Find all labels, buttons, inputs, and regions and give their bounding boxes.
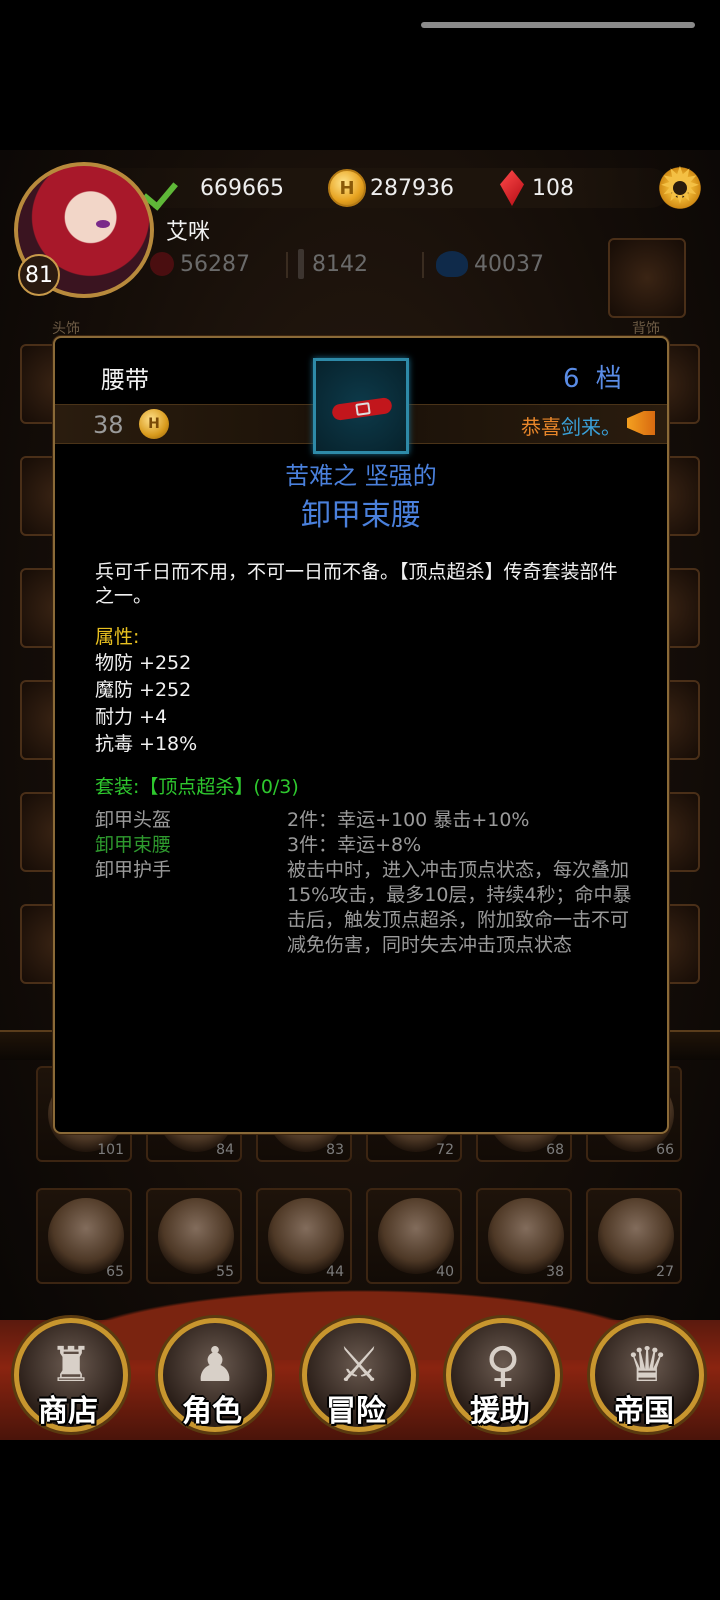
hero-card[interactable]: 38 xyxy=(476,1188,572,1284)
crown-icon: ♛ xyxy=(625,1337,669,1393)
gem-value: 108 xyxy=(532,175,574,201)
hero-level: 65 xyxy=(106,1264,124,1280)
gold-coin-icon: H xyxy=(328,169,366,207)
attributes-list: 物防 +252 魔防 +252 耐力 +4 抗毒 +18% xyxy=(95,650,197,758)
home-indicator xyxy=(421,22,695,28)
substat-weapon: 8142 xyxy=(298,248,368,280)
hero-level: 83 xyxy=(326,1142,344,1158)
attribute-line: 物防 +252 xyxy=(95,652,192,674)
player-name: 艾咪 xyxy=(166,220,211,245)
item-prefix: 苦难之 坚强的 xyxy=(285,462,437,490)
hero-level: 40 xyxy=(436,1264,454,1280)
gem-stat[interactable]: 108 xyxy=(500,170,574,206)
power-stat: 669665 xyxy=(144,170,284,206)
hero-level: 68 xyxy=(546,1142,564,1158)
weapon-value: 8142 xyxy=(312,251,368,277)
hero-level: 72 xyxy=(436,1142,454,1158)
gold-stat[interactable]: H 287936 xyxy=(328,169,454,207)
substat-attack: 56287 xyxy=(150,248,250,280)
hero-level: 55 xyxy=(216,1264,234,1280)
hero-portrait xyxy=(268,1198,344,1274)
hero-level: 84 xyxy=(216,1142,234,1158)
set-piece-current: 卸甲束腰 xyxy=(95,834,172,856)
apple-icon xyxy=(150,252,174,276)
item-name: 卸甲束腰 xyxy=(301,498,421,533)
level-badge: 81 xyxy=(18,254,60,296)
sell-price: 38 xyxy=(93,411,124,439)
set-bonus-line: 2件：幸运+100 暴击+10% xyxy=(287,809,530,831)
slot-label-head: 头饰 xyxy=(52,321,80,337)
hero-portrait xyxy=(48,1198,124,1274)
item-grade: 6 档 xyxy=(563,364,626,394)
set-bonus-line: 3件：幸运+8% xyxy=(287,834,422,856)
announcement-player: 剑来。 xyxy=(561,415,621,439)
mana-value: 40037 xyxy=(474,251,544,277)
pot-icon xyxy=(436,251,468,277)
horn-icon[interactable] xyxy=(625,407,659,439)
hero-portrait xyxy=(598,1198,674,1274)
set-piece: 卸甲头盔 xyxy=(95,809,172,831)
hero-level: 66 xyxy=(656,1142,674,1158)
attribute-line: 抗毒 +18% xyxy=(95,733,198,755)
nav-assist-label: 援助 xyxy=(470,1394,530,1429)
power-value: 669665 xyxy=(200,175,284,201)
announcement-congrats: 恭喜 xyxy=(521,415,561,439)
set-bonus-line: 被击中时，进入冲击顶点状态，每次叠加15%攻击，最多10层，持续4秒；命中暴击后… xyxy=(287,859,632,956)
slot-label-back: 背饰 xyxy=(632,321,660,337)
attributes-title: 属性: xyxy=(95,626,140,648)
hero-level: 44 xyxy=(326,1264,344,1280)
belt-buckle xyxy=(355,402,371,416)
gold-coin-icon: H xyxy=(139,409,169,439)
equip-slot-back[interactable] xyxy=(608,238,686,318)
hero-card[interactable]: 65 xyxy=(36,1188,132,1284)
item-icon-frame xyxy=(313,358,409,454)
castle-icon: ♜ xyxy=(49,1337,93,1393)
set-title: 套装:【顶点超杀】(0/3) xyxy=(95,776,299,798)
hero-portrait xyxy=(488,1198,564,1274)
hood-icon: ♟ xyxy=(193,1337,237,1393)
attribute-line: 耐力 +4 xyxy=(95,706,168,728)
sword-icon xyxy=(298,249,304,279)
hero-card[interactable]: 40 xyxy=(366,1188,462,1284)
avatar-eye xyxy=(96,220,110,228)
hero-card[interactable]: 44 xyxy=(256,1188,352,1284)
hero-portrait xyxy=(158,1198,234,1274)
settings-gear-icon[interactable] xyxy=(656,162,704,212)
nav-empire-label: 帝国 xyxy=(614,1394,674,1429)
set-bonuses: 2件：幸运+100 暴击+10% 3件：幸运+8% 被击中时，进入冲击顶点状态，… xyxy=(287,808,643,958)
nav-shop-label: 商店 xyxy=(38,1394,98,1429)
divider xyxy=(422,252,424,278)
nav-adventure-label: 冒险 xyxy=(326,1394,386,1429)
hero-level: 38 xyxy=(546,1264,564,1280)
check-icon xyxy=(144,172,188,204)
item-description: 兵可千日而不用，不可一日而不备。【顶点超杀】传奇套装部件之一。 xyxy=(95,561,618,607)
gold-value: 287936 xyxy=(370,175,454,201)
hero-level: 27 xyxy=(656,1264,674,1280)
hero-portrait xyxy=(378,1198,454,1274)
hero-card[interactable]: 27 xyxy=(586,1188,682,1284)
item-type: 腰带 xyxy=(101,366,149,394)
divider xyxy=(286,252,288,278)
hero-card[interactable]: 55 xyxy=(146,1188,242,1284)
nav-character-label: 角色 xyxy=(182,1394,242,1429)
crossed-swords-icon: ⚔ xyxy=(337,1337,381,1393)
set-pieces: 卸甲头盔 卸甲束腰 卸甲护手 xyxy=(95,808,171,883)
substat-mana: 40037 xyxy=(436,248,544,280)
set-piece: 卸甲护手 xyxy=(95,859,172,881)
ruby-icon xyxy=(500,170,524,206)
heroine-icon: ♀ xyxy=(485,1337,521,1393)
attribute-line: 魔防 +252 xyxy=(95,679,192,701)
announcement-ticker[interactable]: 恭喜剑来。 xyxy=(521,411,621,440)
attack-value: 56287 xyxy=(180,251,250,277)
item-detail-popup[interactable]: 腰带 6 档 38 H 恭喜剑来。 苦难之 坚强的 卸甲束腰 兵可千日而不用，不… xyxy=(53,336,669,1134)
hero-level: 101 xyxy=(97,1142,124,1158)
